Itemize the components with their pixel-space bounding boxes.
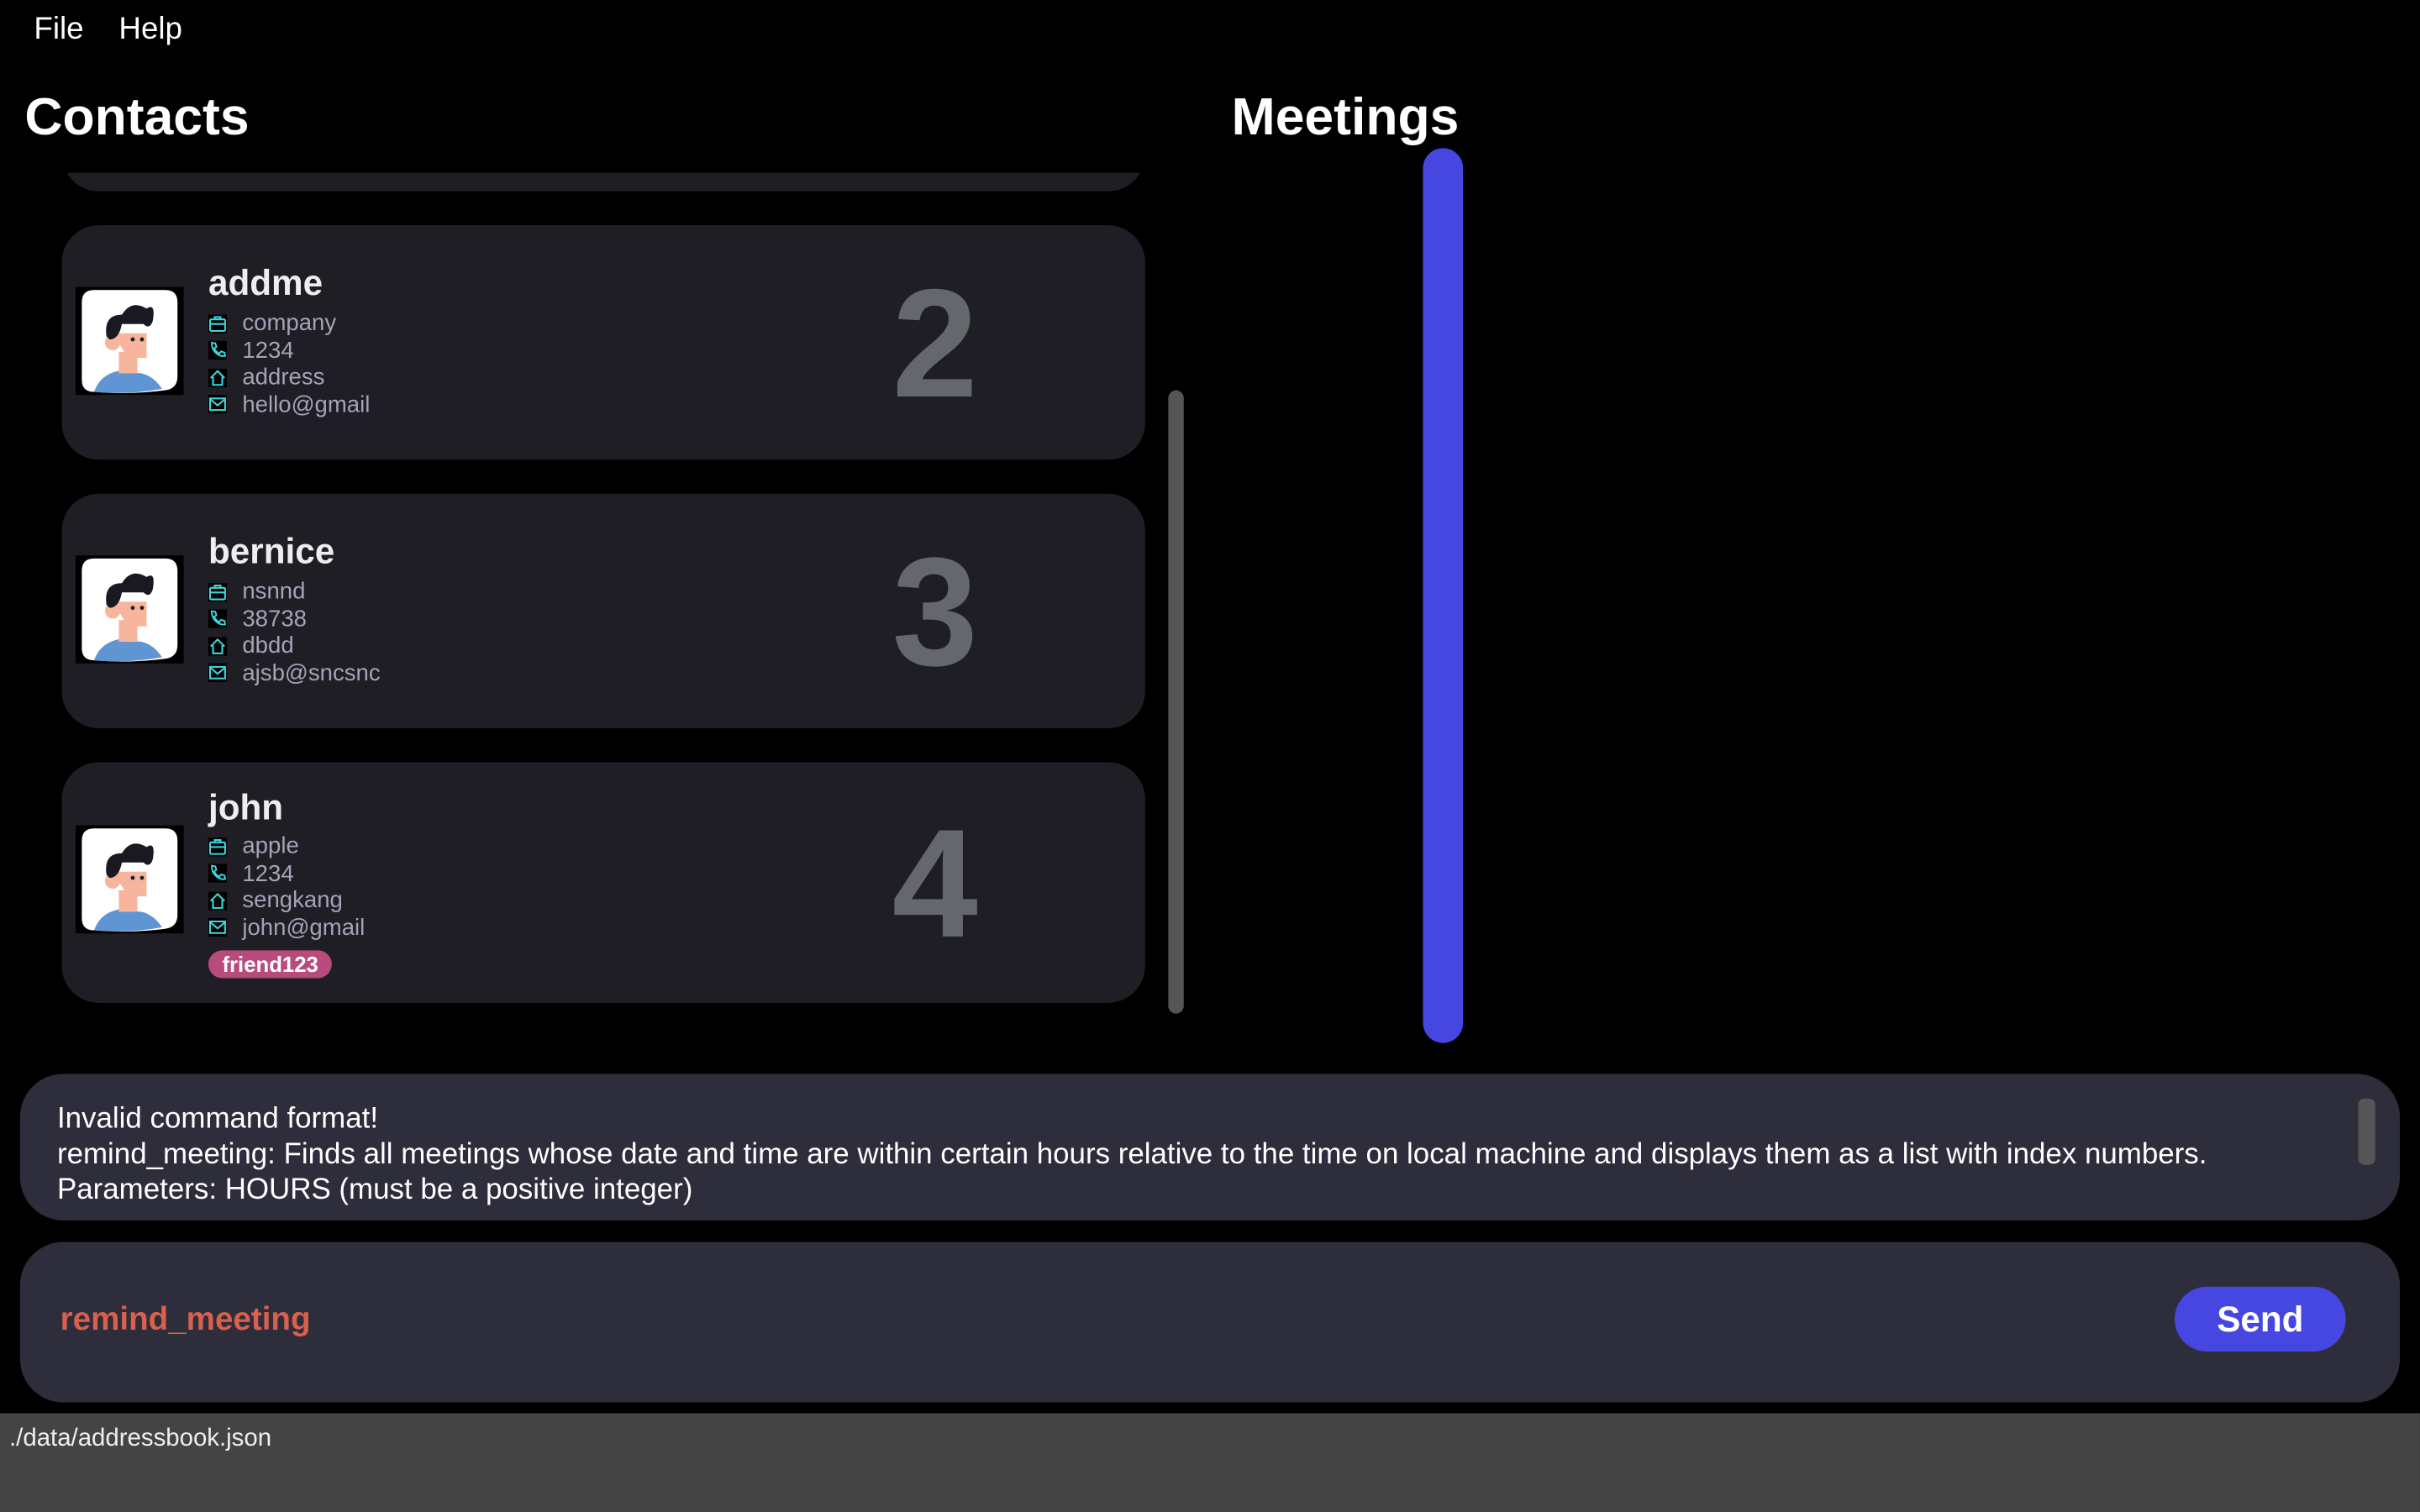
home-icon: [208, 891, 227, 911]
meetings-title: Meetings: [1231, 87, 1460, 147]
contact-list: addme company 1234 address hello@gmail 2 ber…: [0, 172, 1158, 1037]
contact-card[interactable]: john apple 1234 sengkang john@gmail friend12…: [61, 762, 1145, 1003]
contact-phone: 38738: [208, 606, 381, 633]
email-icon: [208, 664, 227, 683]
phone-icon: [208, 341, 227, 360]
contact-index: 2: [892, 257, 978, 431]
contact-company-text: nsnnd: [242, 579, 306, 606]
home-icon: [208, 368, 227, 387]
command-input[interactable]: remind_meeting: [60, 1302, 311, 1339]
contact-details: company 1234 address hello@gmail: [208, 310, 370, 418]
contact-name: bernice: [208, 530, 335, 571]
contact-company-text: apple: [242, 833, 299, 860]
phone-icon: [208, 609, 227, 628]
menu-help[interactable]: Help: [118, 13, 182, 48]
meetings-scrollbar[interactable]: [1423, 148, 1464, 1043]
contact-address: dbdd: [208, 633, 381, 659]
contact-name: addme: [208, 262, 324, 302]
contact-email: john@gmail: [208, 914, 365, 941]
tag-badge: friend123: [208, 950, 333, 979]
contact-company: apple: [208, 833, 365, 860]
avatar: [75, 286, 184, 396]
contact-card[interactable]: addme company 1234 address hello@gmail 2: [61, 225, 1145, 460]
contact-address-text: address: [242, 364, 325, 391]
contact-address-text: dbdd: [242, 633, 294, 659]
send-button[interactable]: Send: [2174, 1286, 2346, 1352]
contact-email-text: john@gmail: [242, 914, 366, 941]
contacts-title: Contacts: [24, 87, 250, 147]
home-icon: [208, 637, 227, 656]
menu-file[interactable]: File: [34, 13, 83, 48]
result-text: Invalid command format! remind_meeting: …: [57, 1101, 2207, 1208]
contact-address: address: [208, 364, 370, 391]
contact-card-partial[interactable]: [61, 172, 1145, 192]
briefcase-icon: [208, 837, 227, 856]
contact-name: john: [208, 786, 284, 827]
contact-card[interactable]: bernice nsnnd 38738 dbdd ajsb@sncsnc 3: [61, 493, 1145, 728]
status-path: ./data/addressbook.json: [9, 1425, 272, 1452]
phone-icon: [208, 864, 227, 884]
contact-phone: 1234: [208, 337, 370, 364]
contact-email-text: hello@gmail: [242, 391, 371, 418]
contact-index: 4: [892, 797, 978, 971]
contact-company: nsnnd: [208, 579, 381, 606]
contact-email: hello@gmail: [208, 391, 370, 418]
contact-address: sengkang: [208, 887, 365, 914]
contact-index: 3: [892, 526, 978, 700]
result-line: Parameters: HOURS (must be a positive in…: [56, 1173, 693, 1207]
avatar: [75, 825, 184, 934]
briefcase-icon: [208, 314, 227, 333]
result-scrollbar[interactable]: [2358, 1098, 2375, 1165]
result-line: Invalid command format!: [56, 1103, 379, 1136]
email-icon: [208, 395, 227, 414]
contact-address-text: sengkang: [242, 887, 343, 914]
avatar: [75, 555, 184, 664]
briefcase-icon: [208, 582, 227, 601]
contact-details: apple 1234 sengkang john@gmail: [208, 833, 365, 942]
contact-email: ajsb@sncsnc: [208, 659, 381, 686]
contact-phone-text: 1234: [242, 337, 294, 365]
contact-company: company: [208, 310, 370, 337]
command-box[interactable]: remind_meeting Send: [19, 1242, 2401, 1403]
contact-phone: 1234: [208, 860, 365, 887]
contact-details: nsnnd 38738 dbdd ajsb@sncsnc: [208, 579, 381, 687]
contact-email-text: ajsb@sncsnc: [242, 659, 381, 686]
email-icon: [208, 918, 227, 937]
contacts-scrollbar[interactable]: [1168, 390, 1184, 1014]
contact-phone-text: 38738: [242, 606, 307, 633]
contact-phone-text: 1234: [242, 860, 294, 887]
result-display: Invalid command format! remind_meeting: …: [19, 1074, 2401, 1221]
contact-company-text: company: [242, 310, 337, 337]
status-bar: ./data/addressbook.json: [0, 1413, 2420, 1512]
result-line: remind_meeting: Finds all meetings whose…: [56, 1138, 2207, 1172]
